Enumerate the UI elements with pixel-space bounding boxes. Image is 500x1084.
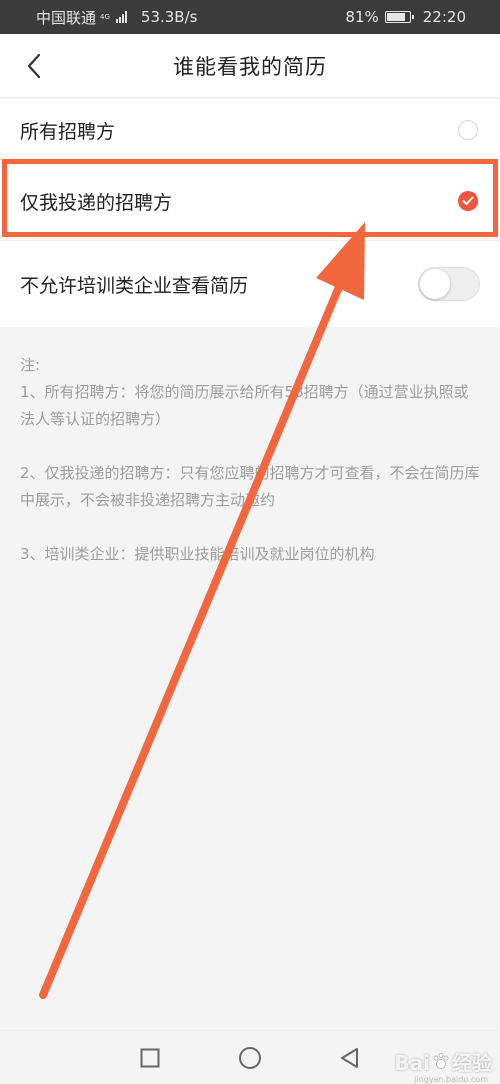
home-button[interactable] [238,1046,262,1070]
paw-icon [433,1053,449,1069]
option-label: 不允许培训类企业查看简历 [20,274,249,297]
notes-heading-block: 注: [20,352,482,379]
network-type: 4G [100,12,110,21]
watermark-url: jingyan.baidu.com [414,1075,488,1084]
clock: 22:20 [422,8,466,26]
battery-icon [384,11,414,23]
carrier-name: 中国联通 [36,8,97,27]
signal-icon [115,11,127,23]
page-title: 谁能看我的简历 [173,54,327,79]
back-nav-button[interactable] [338,1046,362,1070]
option-block-training-companies[interactable]: 不允许培训类企业查看简历 [0,241,500,327]
note-item: 2、仅我投递的招聘方：只有您应聘的招聘方才可查看，不会在简历库中展示，不会被非投… [20,464,480,509]
recent-apps-button[interactable] [138,1046,162,1070]
option-label: 所有招聘方 [20,120,116,143]
visibility-options: 所有招聘方 仅我投递的招聘方 不允许培训类企业查看简历 [0,99,500,327]
battery-percent: 81% [345,8,379,26]
option-all-recruiters[interactable]: 所有招聘方 [0,99,500,162]
watermark-brand: Bai [394,1051,430,1075]
watermark-brand-2: 经验 [452,1051,492,1075]
option-applied-recruiters[interactable]: 仅我投递的招聘方 [0,162,500,241]
notes-section: 注: 1、所有招聘方：将您的简历展示给所有58招聘方（通过营业执照或法人等认证的… [20,352,482,595]
back-button[interactable] [16,48,52,84]
network-speed: 53.3B/s [140,8,198,26]
checkmark-icon [462,196,474,205]
status-left: 中国联通 4G 53.3B/s [36,7,197,28]
note-item: 1、所有招聘方：将您的简历展示给所有58招聘方（通过营业执照或法人等认证的招聘方… [20,383,469,428]
radio-checked-icon[interactable] [458,191,478,211]
chevron-left-icon [27,53,41,79]
status-bar: 中国联通 4G 53.3B/s 81% 22:20 [0,0,500,34]
baidu-watermark: Bai 经验 jingyan.baidu.com [394,1047,492,1084]
radio-unchecked-icon[interactable] [458,120,478,140]
square-icon [140,1048,160,1067]
circle-icon [239,1046,261,1069]
nav-bar: 谁能看我的简历 [0,34,500,98]
toggle-knob [420,269,450,299]
triangle-back-icon [341,1047,358,1068]
battery-fill [386,13,405,21]
toggle-switch[interactable] [418,267,480,301]
note-item: 3、培训类企业：提供职业技能培训及就业岗位的机构 [20,545,375,563]
notes-heading: 注: [20,356,41,374]
option-label: 仅我投递的招聘方 [20,191,173,214]
status-right: 81% 22:20 [345,8,466,26]
